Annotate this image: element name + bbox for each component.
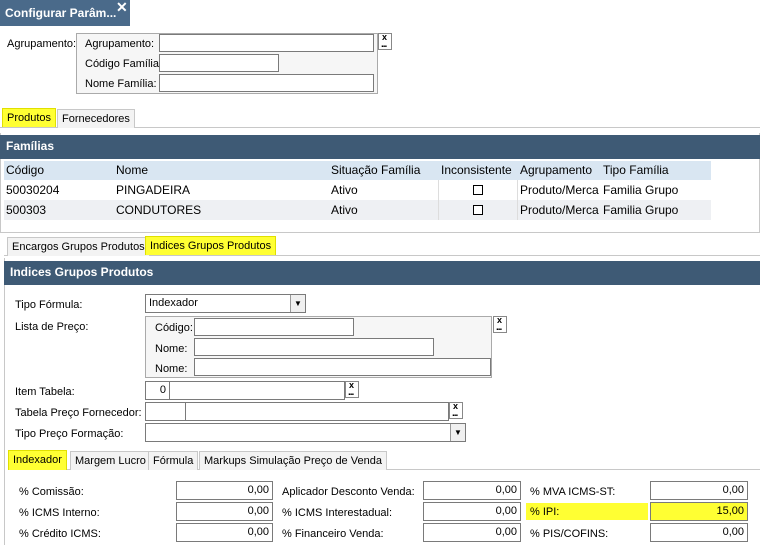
tab-produtos[interactable]: Produtos (2, 108, 57, 127)
cell-agrupamento: Produto/Merca (520, 183, 599, 197)
table-row[interactable]: 500303 CONDUTORES Ativo Produto/Merca Fa… (4, 200, 711, 220)
tipo-formula-label: Tipo Fórmula: (15, 299, 83, 311)
ellipsis-icon: ... (452, 408, 458, 419)
column-divider (438, 180, 439, 220)
inconsistente-checkbox[interactable] (473, 185, 483, 195)
cell-situacao: Ativo (331, 183, 358, 197)
comissao-input[interactable]: 0,00 (176, 481, 273, 500)
tab-markups-simulacao[interactable]: Markups Simulação Preço de Venda (199, 451, 387, 470)
pis-cofins-label: % PIS/COFINS: (530, 528, 609, 540)
credito-icms-input[interactable]: 0,00 (176, 523, 273, 542)
icms-interno-label: % ICMS Interno: (19, 507, 100, 519)
financeiro-venda-input[interactable]: 0,00 (423, 523, 521, 542)
tab-encargos-grupos-produtos[interactable]: Encargos Grupos Produtos (7, 237, 150, 256)
tabela-fornecedor-code-input[interactable] (145, 402, 186, 421)
tabela-fornecedor-lookup-button[interactable]: x... (449, 401, 463, 419)
col-nome[interactable]: Nome (116, 163, 148, 177)
col-agrupamento[interactable]: Agrupamento (520, 163, 592, 177)
lista-codigo-input[interactable] (194, 318, 354, 336)
aplicador-desconto-label: Aplicador Desconto Venda: (282, 486, 415, 498)
familias-header: Famílias (0, 135, 760, 159)
agrupamento-lookup-button[interactable]: x... (378, 32, 392, 50)
item-tabela-lookup-button[interactable]: x... (345, 380, 359, 398)
codigo-familia-input[interactable] (159, 54, 279, 72)
cell-codigo: 500303 (6, 203, 47, 217)
credito-icms-label: % Crédito ICMS: (19, 528, 101, 540)
col-tipo[interactable]: Tipo Família (603, 163, 669, 177)
cell-codigo: 50030204 (6, 183, 60, 197)
cell-nome: PINGADEIRA (116, 183, 191, 197)
financeiro-venda-label: % Financeiro Venda: (282, 528, 384, 540)
tabela-fornecedor-desc-input[interactable] (185, 402, 449, 421)
comissao-label: % Comissão: (19, 486, 84, 498)
familias-column-header: Código Nome Situação Família Inconsisten… (4, 161, 711, 180)
col-situacao[interactable]: Situação Família (331, 163, 420, 177)
icms-interestadual-label: % ICMS Interestadual: (282, 507, 393, 519)
pis-cofins-input[interactable]: 0,00 (650, 523, 748, 542)
agrupamento-input[interactable] (159, 34, 374, 52)
item-tabela-input[interactable]: 0 (145, 381, 170, 400)
window-title-tab: Configurar Parâm... (0, 0, 130, 26)
tipo-formula-value: Indexador (149, 297, 198, 309)
close-icon[interactable]: ✕ (116, 0, 128, 16)
aplicador-desconto-input[interactable]: 0,00 (423, 481, 521, 500)
cell-agrupamento: Produto/Merca (520, 203, 599, 217)
window-title: Configurar Parâm... (5, 6, 117, 20)
cell-tipo: Familia Grupo (603, 183, 679, 197)
agrupamento-outer-label: Agrupamento: (7, 38, 77, 50)
tipo-preco-label: Tipo Preço Formação: (15, 428, 124, 440)
ellipsis-icon: ... (381, 39, 387, 50)
nome-familia-label: Nome Família: (85, 78, 157, 90)
lista-preco-lookup-button[interactable]: x... (493, 315, 507, 333)
tab-indexador[interactable]: Indexador (8, 450, 67, 470)
lista-nome1-label: Nome: (155, 343, 188, 355)
col-codigo[interactable]: Código (6, 163, 44, 177)
col-inconsistente[interactable]: Inconsistente (441, 163, 512, 177)
codigo-familia-label: Código Família: (85, 58, 163, 70)
cell-situacao: Ativo (331, 203, 358, 217)
tab-margem-lucro[interactable]: Margem Lucro (70, 451, 151, 470)
item-tabela-label: Item Tabela: (15, 386, 75, 398)
tipo-formula-select[interactable]: Indexador ▼ (145, 294, 306, 313)
lista-nome2-input[interactable] (194, 358, 491, 376)
mva-icms-st-label: % MVA ICMS-ST: (530, 486, 616, 498)
ellipsis-icon: ... (496, 322, 502, 333)
nome-familia-input[interactable] (159, 74, 374, 92)
table-row[interactable]: 50030204 PINGADEIRA Ativo Produto/Merca … (4, 180, 711, 200)
ellipsis-icon: ... (348, 387, 354, 398)
tabela-fornecedor-label: Tabela Preço Fornecedor: (15, 407, 142, 419)
lista-preco-label: Lista de Preço: (15, 321, 89, 333)
indices-header: Indices Grupos Produtos (4, 261, 760, 285)
icms-interestadual-input[interactable]: 0,00 (423, 502, 521, 521)
agrupamento-field-label: Agrupamento: (85, 38, 155, 50)
cell-tipo: Familia Grupo (603, 203, 679, 217)
tab-formula[interactable]: Fórmula (148, 451, 199, 470)
chevron-down-icon[interactable]: ▼ (290, 295, 305, 312)
cell-nome: CONDUTORES (116, 203, 202, 217)
lista-nome1-input[interactable] (194, 338, 434, 356)
lista-codigo-label: Código: (155, 322, 193, 334)
inconsistente-checkbox[interactable] (473, 205, 483, 215)
lista-nome2-label: Nome: (155, 363, 188, 375)
ipi-label: % IPI: (526, 503, 648, 520)
tipo-preco-select[interactable]: ▼ (145, 423, 466, 442)
item-tabela-desc-input[interactable] (169, 381, 345, 400)
tab-fornecedores[interactable]: Fornecedores (57, 109, 135, 128)
mva-icms-st-input[interactable]: 0,00 (650, 481, 748, 500)
chevron-down-icon[interactable]: ▼ (450, 424, 465, 441)
icms-interno-input[interactable]: 0,00 (176, 502, 273, 521)
tab-indices-grupos-produtos[interactable]: Indices Grupos Produtos (145, 236, 277, 255)
column-divider (517, 180, 518, 220)
ipi-input[interactable]: 15,00 (650, 502, 748, 521)
